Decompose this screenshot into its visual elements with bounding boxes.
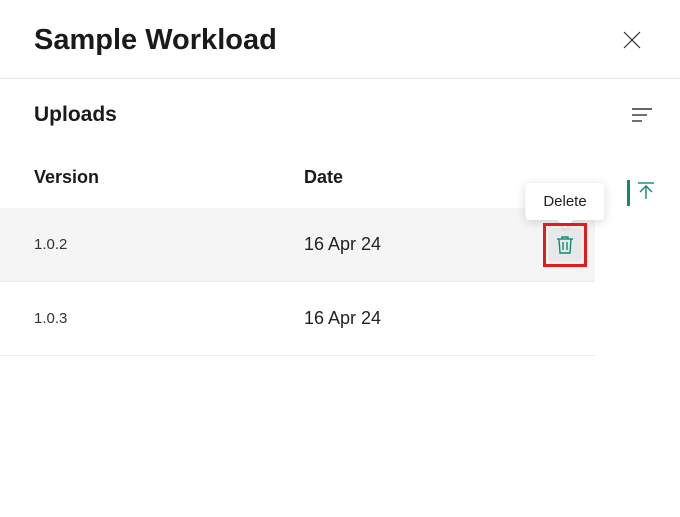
dialog-header: Sample Workload [0, 0, 680, 79]
delete-button[interactable] [548, 228, 582, 262]
delete-button-wrap: Delete [548, 228, 582, 262]
table-row[interactable]: 1.0.3 16 Apr 24 [0, 282, 595, 356]
cell-date: 16 Apr 24 [304, 308, 535, 329]
close-button[interactable] [612, 20, 652, 60]
cell-version: 1.0.3 [34, 310, 304, 327]
filter-button[interactable] [628, 101, 656, 129]
scroll-top-button[interactable] [636, 181, 656, 206]
table-header-row: Version Date [0, 137, 595, 208]
uploads-table: Version Date 1.0.2 16 Apr 24 Delete [0, 137, 595, 356]
cell-date: 16 Apr 24 [304, 234, 535, 255]
col-header-version: Version [34, 167, 304, 188]
trash-icon [556, 235, 574, 255]
arrow-up-bar-icon [636, 181, 656, 201]
accent-bar [627, 180, 630, 206]
dialog-title: Sample Workload [34, 24, 277, 57]
section-header: Uploads [0, 79, 680, 137]
table-row[interactable]: 1.0.2 16 Apr 24 Delete [0, 208, 595, 282]
section-title: Uploads [34, 103, 117, 127]
delete-tooltip: Delete [525, 183, 604, 220]
cell-version: 1.0.2 [34, 236, 304, 253]
filter-icon [632, 107, 652, 123]
scroll-indicator [627, 180, 656, 206]
close-icon [622, 30, 642, 50]
cell-action: Delete [535, 228, 595, 262]
